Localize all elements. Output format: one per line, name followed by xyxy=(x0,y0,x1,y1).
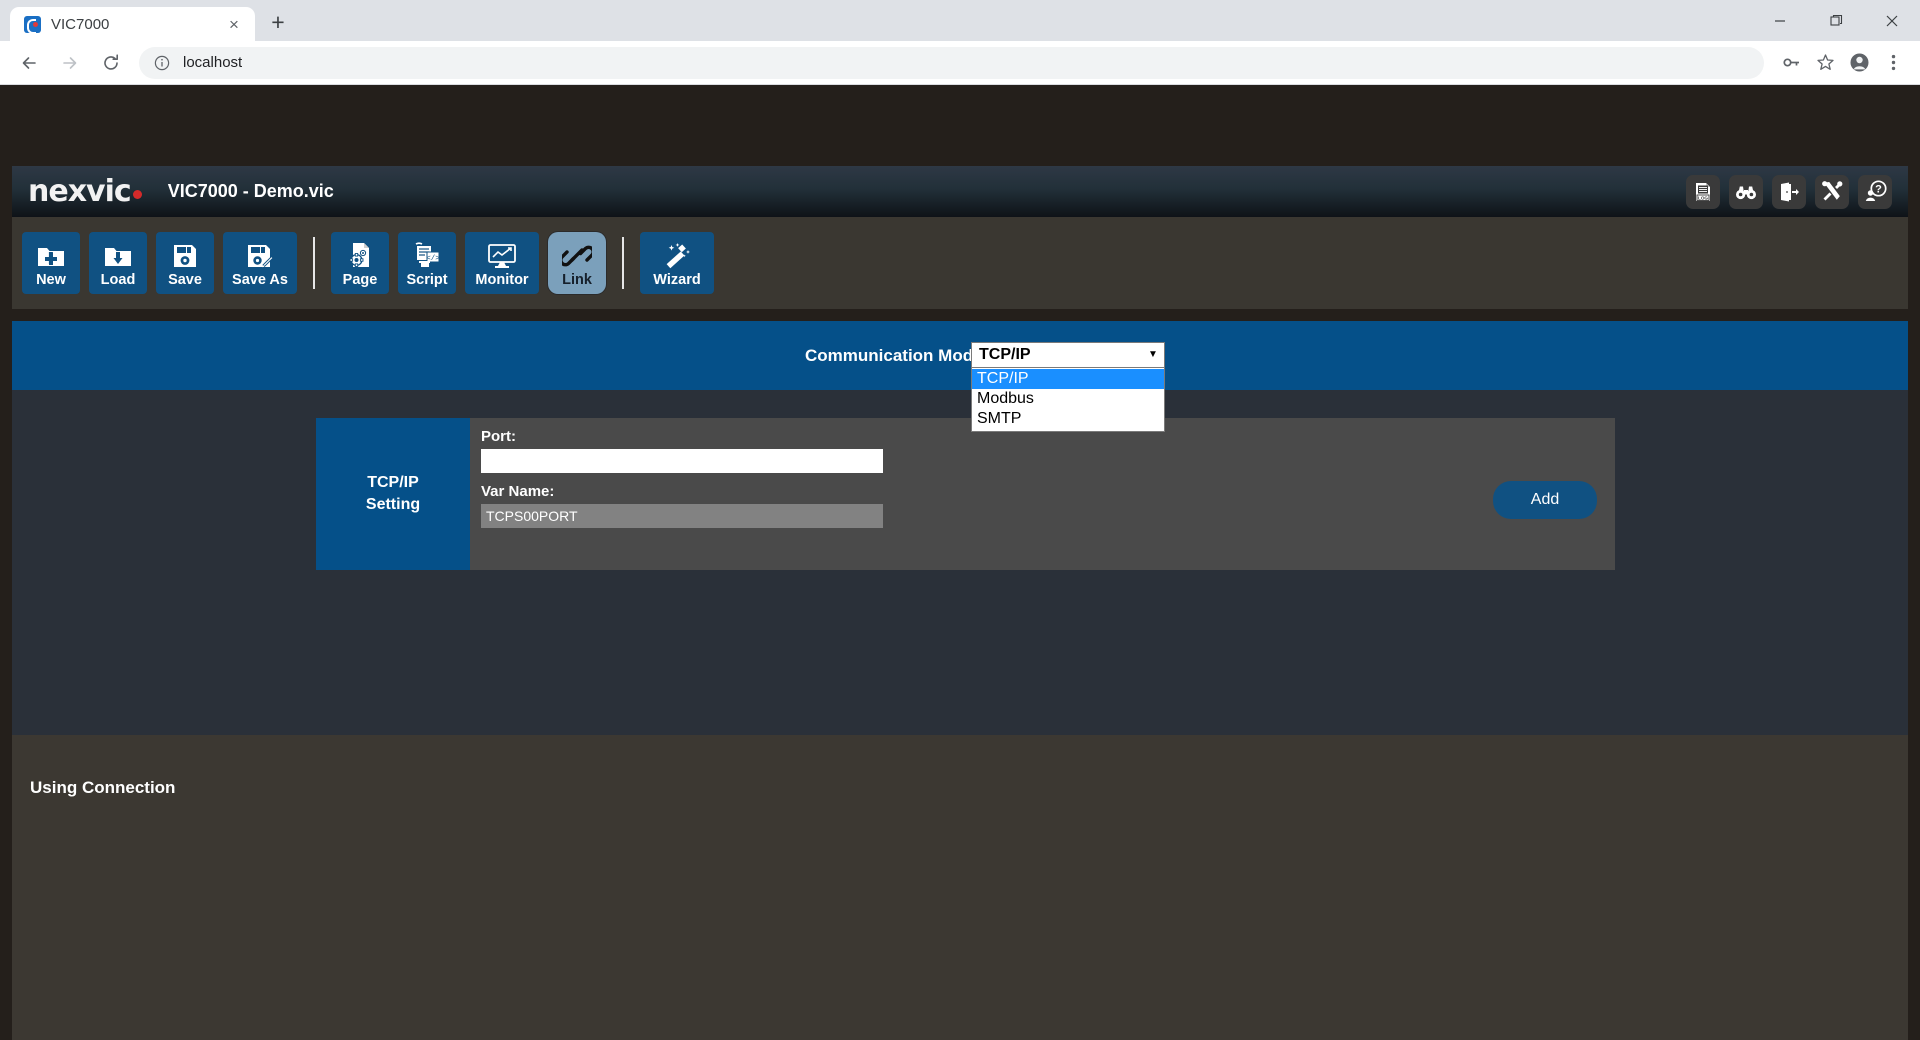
toolbar-separator-2 xyxy=(622,237,624,289)
toolbar-button-load[interactable]: Load xyxy=(89,232,147,294)
toolbar-label-load: Load xyxy=(100,271,136,288)
floppy-disk-pencil-icon xyxy=(246,241,274,271)
select-option-smtp[interactable]: SMTP xyxy=(972,409,1164,429)
page-gear-icon xyxy=(347,241,373,271)
chevron-down-icon: ▼ xyxy=(1148,349,1158,360)
toolbar-button-page[interactable]: Page xyxy=(331,232,389,294)
browser-tab[interactable]: VIC7000 × xyxy=(10,7,255,41)
using-connection-title: Using Connection xyxy=(30,778,176,797)
toolbar-separator-1 xyxy=(313,237,315,289)
script-code-icon: </> xyxy=(413,241,441,271)
communication-mode-select[interactable]: TCP/IP ▼ TCP/IP Modbus SMTP xyxy=(971,342,1165,432)
maximize-icon[interactable] xyxy=(1808,0,1864,41)
new-folder-icon xyxy=(37,241,65,271)
close-icon[interactable]: × xyxy=(223,13,245,35)
browser-tab-title: VIC7000 xyxy=(51,15,110,33)
header-icon-group: LOG ? xyxy=(1686,174,1892,209)
select-display[interactable]: TCP/IP ▼ xyxy=(971,342,1165,368)
bookmark-star-icon[interactable] xyxy=(1810,48,1840,78)
select-option-modbus[interactable]: Modbus xyxy=(972,389,1164,409)
browser-menu-icon[interactable] xyxy=(1878,48,1908,78)
toolbar-button-save[interactable]: Save xyxy=(156,232,214,294)
toolbar-label-script: Script xyxy=(406,271,448,288)
toolbar-button-new[interactable]: New xyxy=(22,232,80,294)
toolbar-label-page: Page xyxy=(342,271,378,288)
forward-icon[interactable] xyxy=(53,46,87,80)
omnibox-actions xyxy=(1772,48,1908,78)
tcpip-setting-panel: TCP/IP Setting Port: Var Name: Add xyxy=(316,418,1615,570)
profile-avatar-icon[interactable] xyxy=(1844,48,1874,78)
select-selected-value: TCP/IP xyxy=(979,346,1031,363)
help-icon[interactable]: ? xyxy=(1858,174,1892,209)
password-key-icon[interactable] xyxy=(1776,48,1806,78)
svg-text:LOG: LOG xyxy=(1698,195,1708,200)
window-close-icon[interactable] xyxy=(1864,0,1920,41)
toolbar-button-wizard[interactable]: Wizard xyxy=(640,232,714,294)
window-controls xyxy=(1752,0,1920,41)
logo-dot-icon xyxy=(132,190,142,199)
log-icon[interactable]: LOG xyxy=(1686,174,1720,209)
var-name-input xyxy=(481,504,883,528)
toolbar-label-monitor: Monitor xyxy=(475,271,529,288)
using-connection-area xyxy=(12,735,1908,1040)
info-circle-icon xyxy=(153,54,171,72)
tools-icon[interactable] xyxy=(1815,174,1849,209)
toolbar-label-save: Save xyxy=(168,271,202,288)
panel-side-title: TCP/IP Setting xyxy=(316,418,470,570)
application-viewport: nexvic VIC7000 - Demo.vic LOG ? New Load… xyxy=(0,85,1920,1040)
svg-text:?: ? xyxy=(1875,184,1882,196)
toolbar-button-link[interactable]: Link xyxy=(548,232,606,294)
toolbar-label-save-as: Save As xyxy=(232,271,288,288)
logo-text: nexvic xyxy=(28,174,132,209)
chain-link-icon xyxy=(562,241,592,271)
browser-toolbar: localhost xyxy=(0,41,1920,85)
magic-wand-icon xyxy=(662,241,692,271)
app-title: VIC7000 - Demo.vic xyxy=(167,181,334,201)
app-toolbar: New Load Save Save As Page </> Script Mo… xyxy=(12,217,1908,309)
omnibox[interactable]: localhost xyxy=(139,46,1764,79)
toolbar-label-link: Link xyxy=(562,271,592,288)
toolbar-label-new: New xyxy=(36,271,66,288)
nexvic-logo: nexvic xyxy=(28,174,142,209)
floppy-disk-icon xyxy=(172,241,198,271)
new-tab-button[interactable]: + xyxy=(261,5,295,39)
toolbar-button-script[interactable]: </> Script xyxy=(398,232,456,294)
add-button[interactable]: Add xyxy=(1493,481,1597,519)
browser-tabstrip: VIC7000 × + xyxy=(0,0,1920,41)
panel-title-line1: TCP/IP xyxy=(367,474,419,492)
app-header: nexvic VIC7000 - Demo.vic LOG ? xyxy=(12,166,1908,217)
exit-icon[interactable] xyxy=(1772,174,1806,209)
port-input[interactable] xyxy=(481,449,883,473)
select-options-list[interactable]: TCP/IP Modbus SMTP xyxy=(971,368,1165,432)
vic-favicon xyxy=(24,15,41,34)
minimize-icon[interactable] xyxy=(1752,0,1808,41)
monitor-chart-icon xyxy=(487,241,517,271)
panel-body: Port: Var Name: Add xyxy=(470,418,1615,570)
binoculars-icon[interactable] xyxy=(1729,174,1763,209)
communication-mode-bar: Communication Mode xyxy=(12,321,1908,390)
toolbar-label-wizard: Wizard xyxy=(653,271,701,288)
var-name-label: Var Name: xyxy=(481,483,555,500)
back-icon[interactable] xyxy=(12,46,46,80)
communication-mode-label: Communication Mode xyxy=(805,345,983,365)
select-option-tcpip[interactable]: TCP/IP xyxy=(972,369,1164,389)
load-folder-icon xyxy=(104,241,132,271)
omnibox-url-text: localhost xyxy=(183,54,243,71)
reload-icon[interactable] xyxy=(94,46,128,80)
browser-chrome: VIC7000 × + localhost xyxy=(0,0,1920,85)
toolbar-button-save-as[interactable]: Save As xyxy=(223,232,297,294)
panel-title-line2: Setting xyxy=(365,496,421,513)
toolbar-button-monitor[interactable]: Monitor xyxy=(465,232,539,294)
